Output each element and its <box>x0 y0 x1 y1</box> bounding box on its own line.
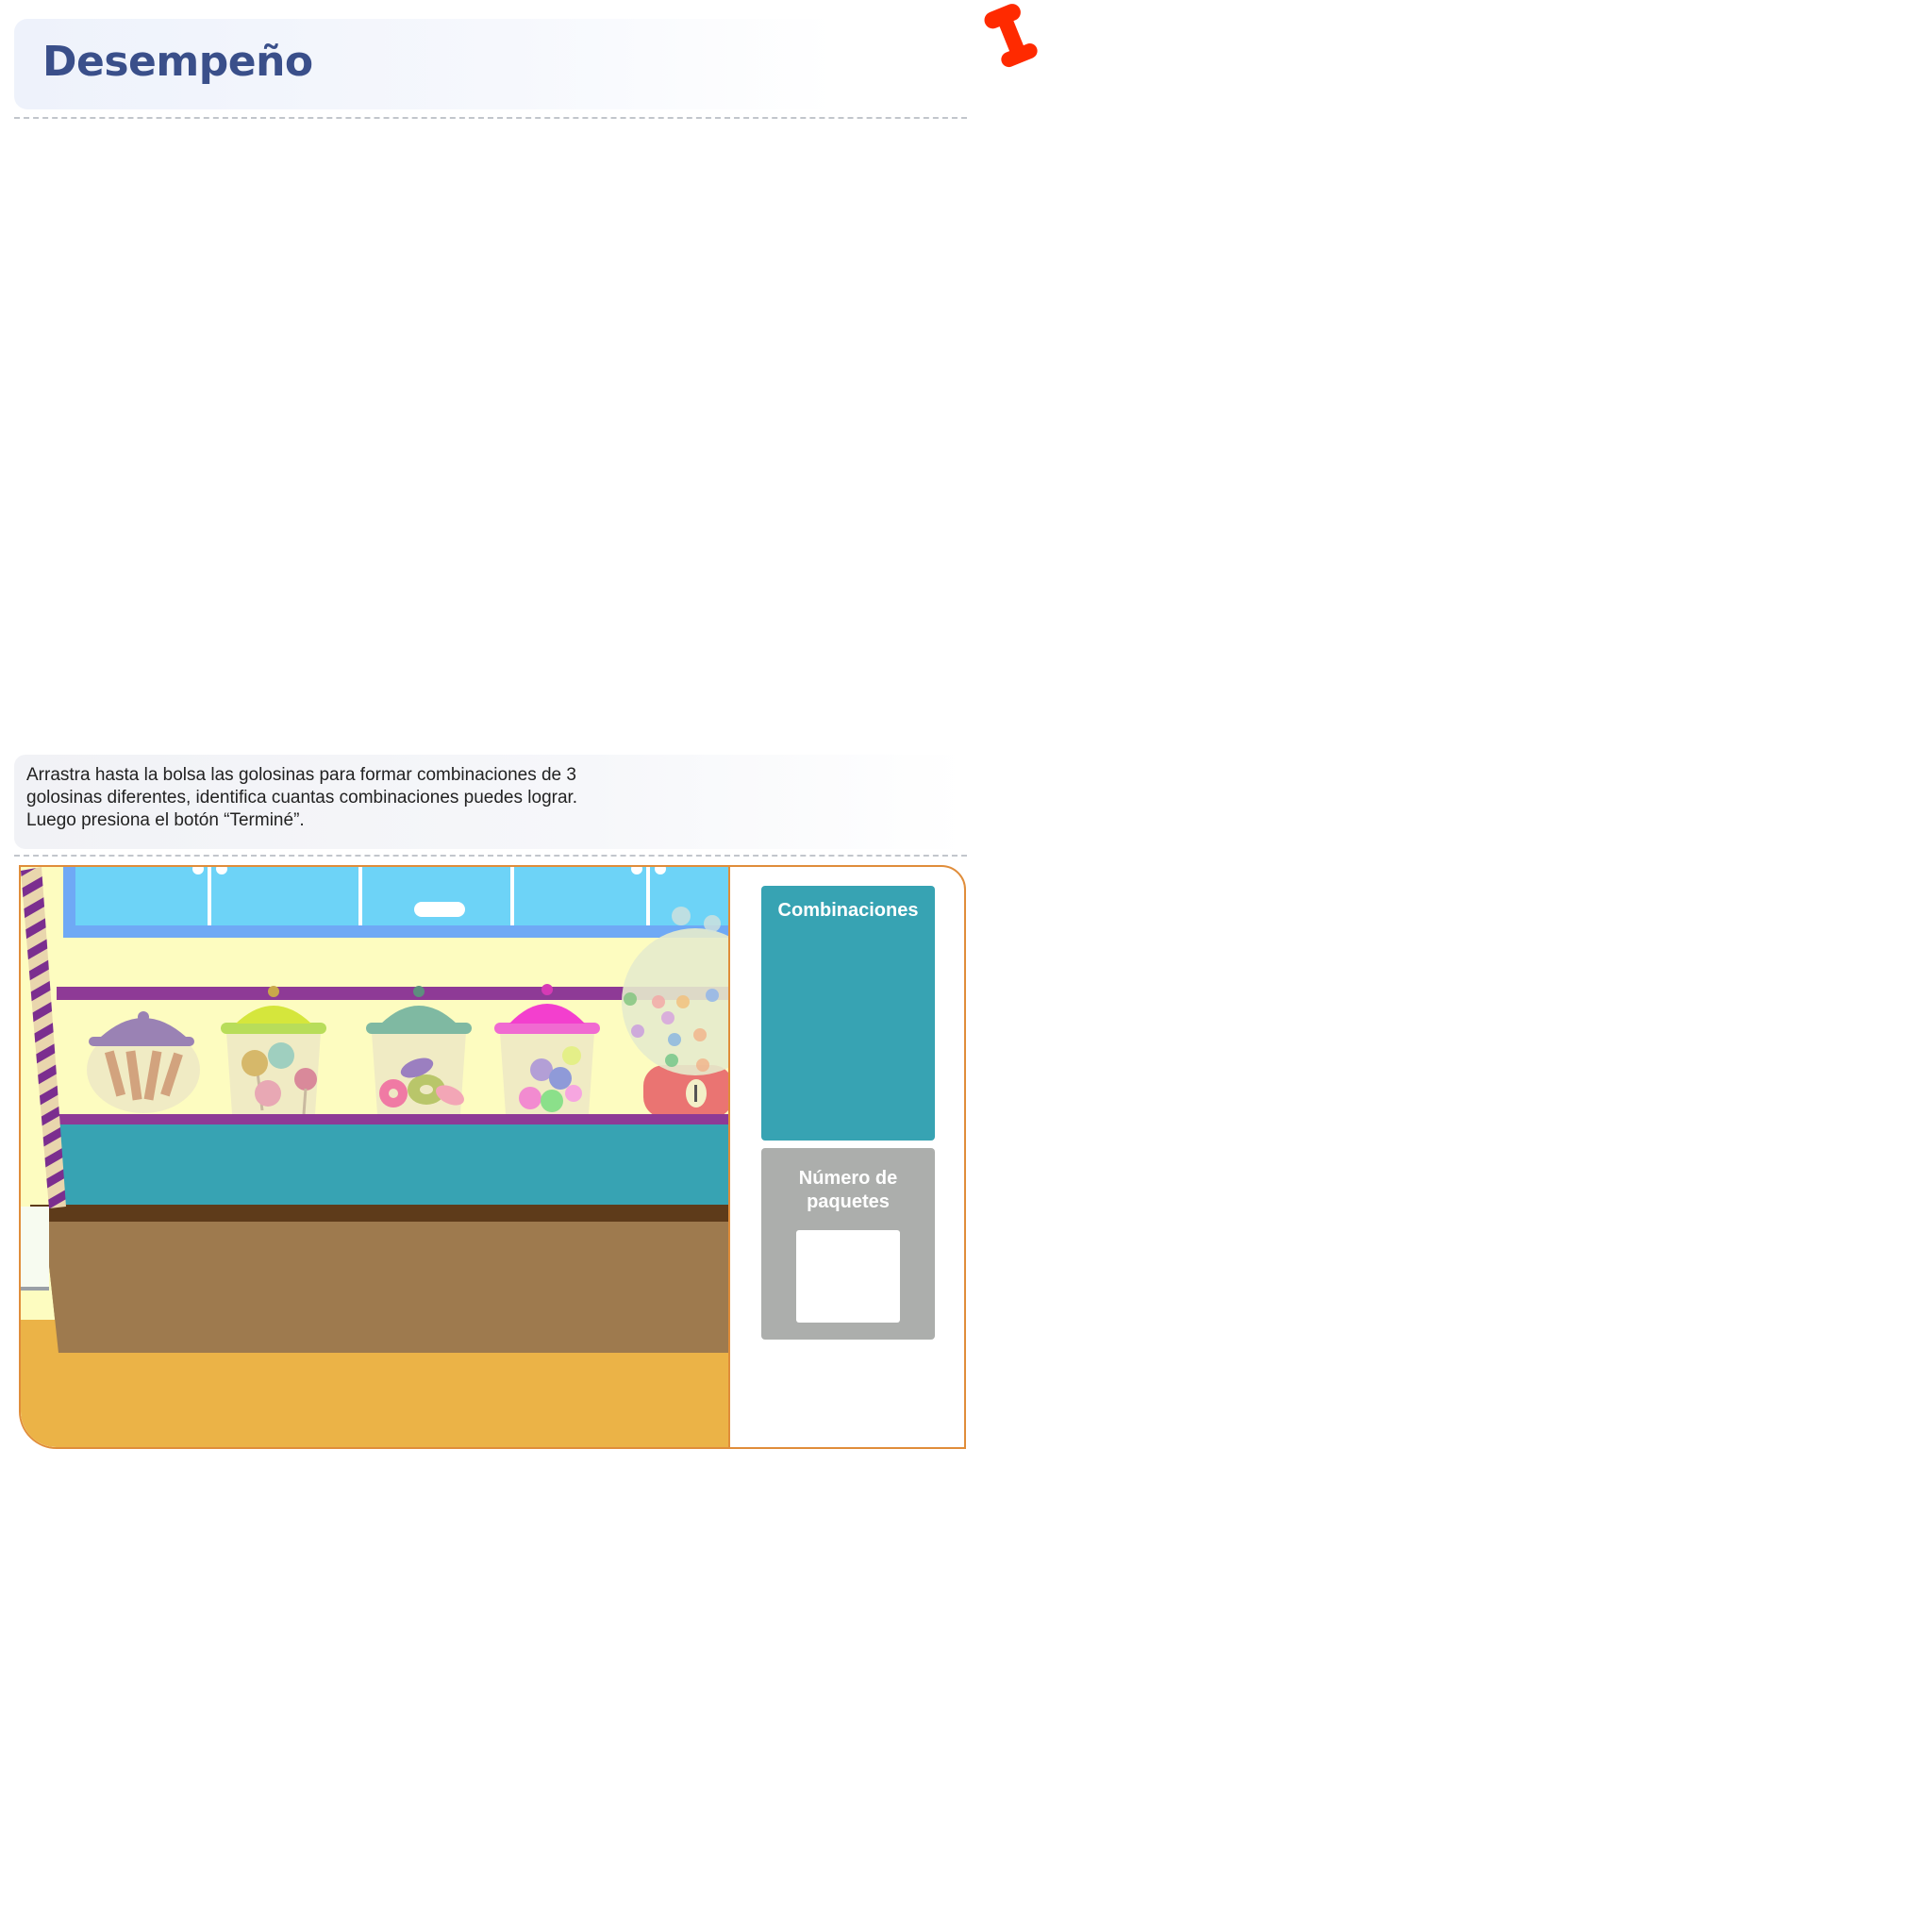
packages-panel: Número de paquetes <box>761 1148 935 1340</box>
combinations-title: Combinaciones <box>777 900 919 921</box>
instructions-line-2: golosinas diferentes, identifica cuantas… <box>26 788 578 808</box>
lower-shelf <box>58 1114 728 1124</box>
packages-title-line-2: paquetes <box>807 1191 890 1212</box>
combinations-dropzone[interactable]: Combinaciones <box>761 886 935 1141</box>
packages-title: Número de paquetes <box>761 1148 935 1214</box>
activity-frame: Combinaciones Número de paquetes <box>19 865 966 1449</box>
instructions-line-3: Luego presiona el botón “Terminé”. <box>26 810 305 830</box>
packages-count-input[interactable] <box>796 1230 900 1323</box>
pushpin-icon <box>984 4 1038 68</box>
counter-panel <box>58 1124 728 1205</box>
candy-shop-scene <box>21 867 730 1447</box>
instructions-text: Arrastra hasta la bolsa las golosinas pa… <box>26 764 687 832</box>
instructions-line-1: Arrastra hasta la bolsa las golosinas pa… <box>26 765 576 785</box>
shop-window <box>63 867 728 938</box>
header-banner: Desempeño <box>14 19 835 109</box>
counter-top <box>30 1205 728 1222</box>
instructions-panel: Arrastra hasta la bolsa las golosinas pa… <box>14 755 967 849</box>
door-handle <box>21 1287 49 1291</box>
instructions-divider <box>14 855 967 857</box>
packages-title-line-1: Número de <box>798 1168 898 1189</box>
side-panel: Combinaciones Número de paquetes <box>730 867 964 1447</box>
header-divider <box>14 117 967 119</box>
page-title: Desempeño <box>42 38 313 86</box>
